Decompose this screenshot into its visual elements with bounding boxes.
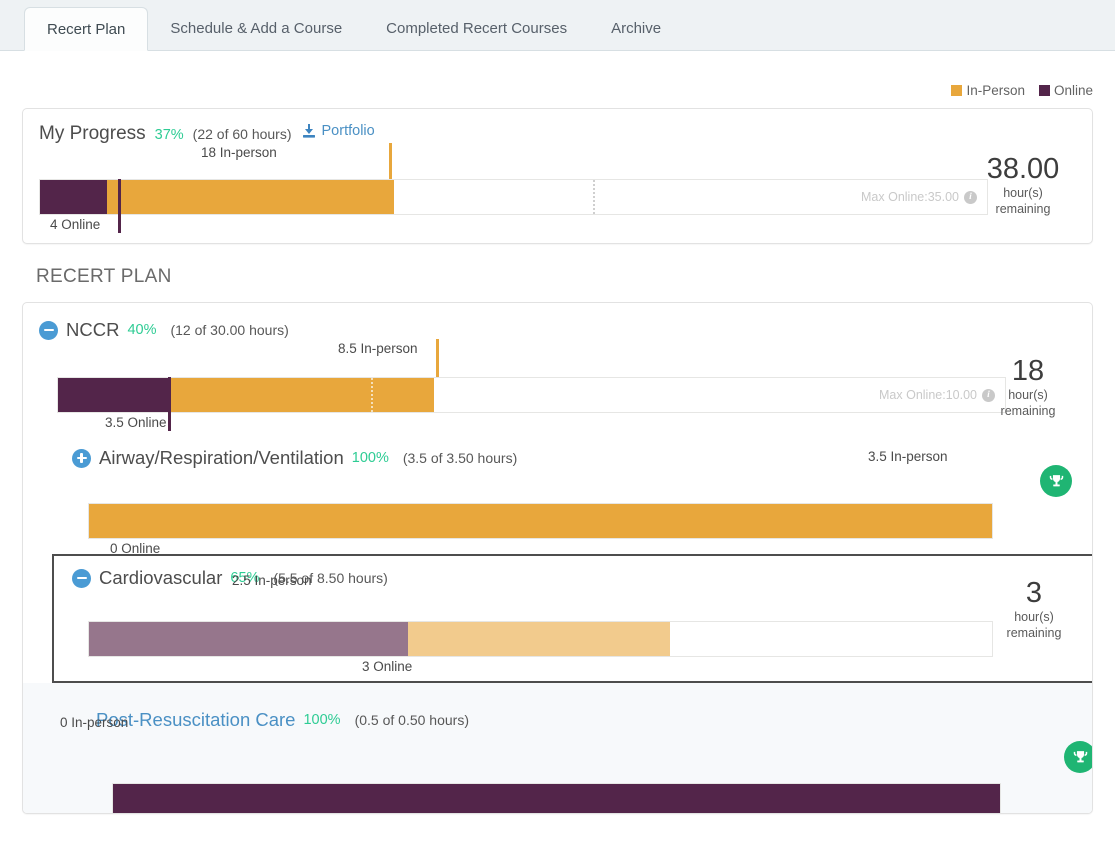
my-progress-percent: 37%: [155, 127, 184, 143]
my-progress-card: My Progress 37% (22 of 60 hours) Portfol…: [22, 108, 1093, 244]
tab-archive[interactable]: Archive: [589, 8, 683, 50]
cardiovascular-remaining-unit-2: remaining: [984, 625, 1084, 641]
post-resus-in-person-label: 0 In-person: [60, 715, 128, 730]
post-resus-trophy-wrap: [1064, 741, 1093, 773]
airway-bar-row: 0 Online: [72, 503, 1076, 539]
nccr-max-online-label: Max Online:10.00: [879, 388, 977, 402]
cardiovascular-remaining: 3 hour(s) remaining: [984, 577, 1084, 641]
my-progress-remaining-unit-2: remaining: [968, 201, 1078, 217]
nccr-percent: 40%: [127, 322, 156, 338]
cardiovascular-bar-track[interactable]: [88, 621, 993, 657]
cardiovascular-remaining-unit-1: hour(s): [984, 609, 1084, 625]
nccr-remaining-unit-1: hour(s): [978, 387, 1078, 403]
airway-in-person-segment[interactable]: [89, 504, 992, 538]
tab-completed-recert-courses[interactable]: Completed Recert Courses: [364, 8, 589, 50]
my-progress-online-label: 4 Online: [50, 217, 100, 232]
nccr-name: NCCR: [66, 319, 119, 341]
trophy-icon: [1040, 465, 1072, 497]
nccr-title-row: NCCR 40% (12 of 30.00 hours): [39, 319, 1076, 341]
post-resus-hours: (0.5 of 0.50 hours): [355, 712, 469, 728]
nccr-max-online-divider: [371, 378, 373, 412]
nccr-remaining: 18 hour(s) remaining: [978, 355, 1078, 419]
post-resus-bar-track[interactable]: [112, 783, 1001, 814]
airway-trophy-wrap: [1040, 465, 1072, 497]
my-progress-title-row: My Progress 37% (22 of 60 hours) Portfol…: [39, 123, 1076, 145]
my-progress-online-segment[interactable]: [40, 180, 107, 214]
my-progress-in-person-label: 18 In-person: [201, 145, 277, 160]
nccr-remaining-number: 18: [978, 355, 1078, 387]
post-resus-percent: 100%: [303, 712, 340, 728]
page-title: My Progress: [39, 123, 146, 145]
online-swatch-icon: [1039, 85, 1050, 96]
expand-toggle-icon[interactable]: [72, 449, 91, 468]
collapse-toggle-icon[interactable]: [72, 569, 91, 588]
airway-bar-track[interactable]: [88, 503, 993, 539]
in-person-swatch-icon: [951, 85, 962, 96]
airway-in-person-label: 3.5 In-person: [868, 449, 948, 464]
legend-label-in-person: In-Person: [966, 83, 1025, 98]
cardiovascular-in-person-label: 2.5 In-person: [232, 573, 312, 588]
nccr-bar-row: Max Online:10.00 i 3.5 Online: [39, 377, 1076, 413]
nccr-in-person-label: 8.5 In-person: [338, 341, 418, 356]
my-progress-online-marker: [118, 179, 121, 233]
cardiovascular-name: Cardiovascular: [99, 567, 222, 589]
cardiovascular-node[interactable]: Cardiovascular 65% (5.5 of 8.50 hours) 2…: [23, 539, 1092, 657]
page-body: In-Person Online My Progress 37% (22 of …: [0, 51, 1115, 814]
nccr-online-segment[interactable]: [58, 378, 168, 412]
post-resus-online-segment[interactable]: [113, 784, 1000, 814]
post-resus-bar-row: 0.5 Online: [96, 783, 1076, 814]
trophy-icon: [1064, 741, 1093, 773]
cardiovascular-remaining-number: 3: [984, 577, 1084, 609]
post-resuscitation-node: Post-Resuscitation Care 100% (0.5 of 0.5…: [23, 683, 1092, 813]
cardiovascular-bar-row: 3 Online: [72, 621, 1076, 657]
airway-hours: (3.5 of 3.50 hours): [403, 450, 517, 466]
my-progress-in-person-segment[interactable]: [107, 180, 394, 214]
cardiovascular-online-label: 3 Online: [362, 659, 412, 674]
tab-recert-plan[interactable]: Recert Plan: [24, 7, 148, 51]
airway-name: Airway/Respiration/Ventilation: [99, 447, 344, 469]
legend-label-online: Online: [1054, 83, 1093, 98]
cardiovascular-online-segment[interactable]: [89, 622, 408, 656]
tab-schedule-add-course[interactable]: Schedule & Add a Course: [148, 8, 364, 50]
my-progress-remaining: 38.00 hour(s) remaining: [968, 153, 1078, 217]
nccr-bar-track[interactable]: Max Online:10.00 i: [57, 377, 1006, 413]
nccr-node: NCCR 40% (12 of 30.00 hours) 8.5 In-pers…: [23, 303, 1092, 413]
nccr-hours: (12 of 30.00 hours): [170, 322, 288, 338]
my-progress-bar-track[interactable]: Max Online:35.00 i: [39, 179, 988, 215]
trophy-glyph-icon: [1072, 749, 1089, 766]
trophy-glyph-icon: [1048, 473, 1065, 490]
download-icon: [301, 123, 317, 139]
max-online-divider: [593, 180, 595, 214]
tab-bar: Recert Plan Schedule & Add a Course Comp…: [0, 0, 1115, 51]
portfolio-link-label: Portfolio: [322, 123, 375, 139]
my-progress-remaining-unit-1: hour(s): [968, 185, 1078, 201]
nccr-in-person-segment[interactable]: [168, 378, 434, 412]
section-heading-recert-plan: RECERT PLAN: [22, 244, 1093, 302]
portfolio-link[interactable]: Portfolio: [301, 123, 375, 139]
collapse-toggle-icon[interactable]: [39, 321, 58, 340]
my-progress-hours: (22 of 60 hours): [193, 126, 292, 142]
my-progress-bar-row: Max Online:35.00 i 4 Online: [39, 179, 1076, 215]
legend-item-in-person: In-Person: [951, 83, 1025, 98]
my-progress-max-online-label: Max Online:35.00: [861, 190, 959, 204]
legend-item-online: Online: [1039, 83, 1093, 98]
recert-plan-card: NCCR 40% (12 of 30.00 hours) 8.5 In-pers…: [22, 302, 1093, 814]
my-progress-max-online: Max Online:35.00 i: [861, 190, 977, 204]
cardiovascular-title-row: Cardiovascular 65% (5.5 of 8.50 hours): [72, 567, 1076, 589]
legend: In-Person Online: [22, 51, 1093, 108]
post-resus-title-row: Post-Resuscitation Care 100% (0.5 of 0.5…: [96, 709, 1076, 731]
cardiovascular-in-person-segment[interactable]: [408, 622, 670, 656]
airway-node: Airway/Respiration/Ventilation 100% (3.5…: [23, 413, 1092, 539]
airway-percent: 100%: [352, 450, 389, 466]
my-progress-remaining-number: 38.00: [968, 153, 1078, 185]
